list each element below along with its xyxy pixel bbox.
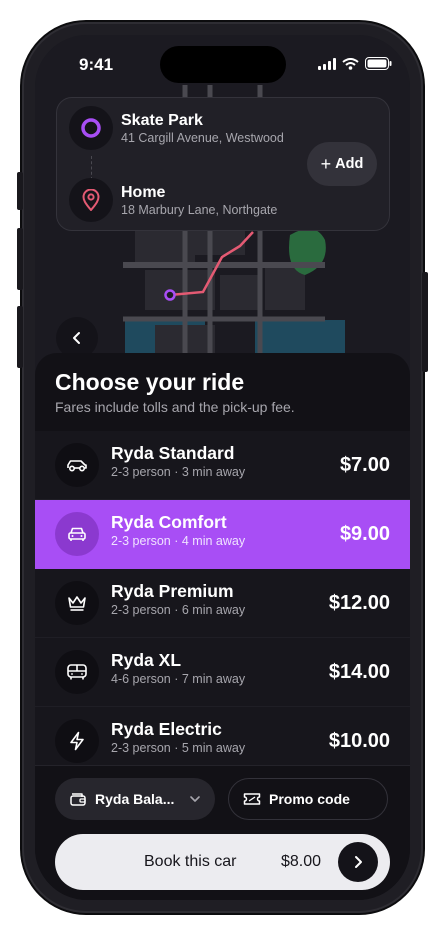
signal-icon bbox=[318, 57, 336, 70]
car-front-icon bbox=[68, 527, 86, 541]
dropoff-icon-wrap bbox=[69, 178, 113, 222]
add-stop-button[interactable]: + Add bbox=[307, 142, 377, 186]
dropoff-address: 18 Marbury Lane, Northgate bbox=[121, 202, 278, 217]
ride-option-electric[interactable]: Ryda Electric 2-3 person · 5 min away $1… bbox=[35, 707, 410, 765]
book-arrow[interactable] bbox=[338, 842, 378, 882]
ticket-icon bbox=[243, 793, 261, 805]
route-card: Skate Park 41 Cargill Avenue, Westwood H… bbox=[56, 97, 390, 231]
ride-icon-wrap bbox=[55, 443, 99, 487]
power-button bbox=[422, 272, 428, 372]
book-price: $8.00 bbox=[281, 853, 322, 870]
wallet-icon bbox=[70, 793, 86, 806]
bus-icon bbox=[67, 664, 87, 680]
pickup-location[interactable]: Skate Park 41 Cargill Avenue, Westwood bbox=[69, 106, 284, 150]
chevron-right-icon bbox=[355, 856, 362, 868]
ride-meta: 4-6 person · 7 min away bbox=[111, 672, 246, 686]
sheet-subtitle: Fares include tolls and the pick-up fee. bbox=[55, 399, 295, 415]
ride-name: Ryda Electric bbox=[111, 719, 222, 739]
ride-price: $12.00 bbox=[328, 591, 390, 614]
sheet-title: Choose your ride bbox=[55, 369, 245, 395]
mute-switch bbox=[17, 172, 23, 210]
pickup-icon-wrap bbox=[69, 106, 113, 150]
ride-price: $9.00 bbox=[339, 522, 390, 545]
ride-icon-wrap bbox=[55, 512, 99, 556]
wifi-icon bbox=[342, 57, 359, 70]
screen: 9:41 Skate Park 41 Cargill Avenue, Westw… bbox=[35, 35, 410, 900]
chevron-left-icon bbox=[73, 332, 80, 344]
dynamic-island bbox=[160, 46, 286, 83]
status-time: 9:41 bbox=[79, 55, 114, 74]
promo-code-label: Promo code bbox=[269, 791, 350, 807]
volume-up-button bbox=[17, 228, 23, 290]
ride-meta: 2-3 person · 5 min away bbox=[111, 741, 246, 755]
book-car-button[interactable]: Book this car $8.00 bbox=[55, 834, 390, 890]
dropoff-name: Home bbox=[121, 183, 166, 201]
chevron-down-icon bbox=[190, 796, 200, 802]
book-label: Book this car bbox=[144, 853, 237, 870]
ride-price: $10.00 bbox=[328, 729, 390, 752]
dropoff-location[interactable]: Home 18 Marbury Lane, Northgate bbox=[69, 178, 277, 222]
status-icons bbox=[318, 57, 392, 70]
sheet-footer: Ryda Bala... Promo code Book this car $8… bbox=[35, 765, 410, 900]
add-stop-label: Add bbox=[335, 156, 364, 172]
promo-code-button[interactable]: Promo code bbox=[228, 778, 388, 820]
ride-list[interactable]: Ryda Standard 2-3 person · 3 min away $7… bbox=[35, 431, 410, 765]
ride-meta: 2-3 person · 6 min away bbox=[111, 603, 246, 617]
ride-name: Ryda Comfort bbox=[111, 512, 227, 532]
ride-selection-sheet: Choose your ride Fares include tolls and… bbox=[35, 353, 410, 900]
plus-icon: + bbox=[320, 153, 332, 174]
ride-icon-wrap bbox=[55, 719, 99, 763]
ride-name: Ryda Premium bbox=[111, 581, 234, 601]
crown-icon bbox=[68, 596, 86, 611]
pickup-circle-icon bbox=[81, 118, 101, 138]
car-icon bbox=[67, 460, 87, 472]
route-connector bbox=[91, 156, 92, 180]
payment-method-select[interactable]: Ryda Bala... bbox=[55, 778, 215, 820]
ride-name: Ryda Standard bbox=[111, 443, 235, 463]
ride-price: $14.00 bbox=[328, 660, 390, 683]
ride-option-premium[interactable]: Ryda Premium 2-3 person · 6 min away $12… bbox=[35, 569, 410, 638]
ride-option-comfort[interactable]: Ryda Comfort 2-3 person · 4 min away $9.… bbox=[35, 500, 410, 569]
ride-meta: 2-3 person · 3 min away bbox=[111, 465, 246, 479]
ride-name: Ryda XL bbox=[111, 650, 182, 670]
ride-icon-wrap bbox=[55, 650, 99, 694]
pickup-marker bbox=[164, 289, 176, 301]
pickup-address: 41 Cargill Avenue, Westwood bbox=[121, 130, 284, 145]
ride-option-standard[interactable]: Ryda Standard 2-3 person · 3 min away $7… bbox=[35, 431, 410, 500]
payment-method-label: Ryda Bala... bbox=[95, 791, 175, 807]
map-pin-icon bbox=[82, 189, 100, 211]
ride-meta: 2-3 person · 4 min away bbox=[111, 534, 246, 548]
pickup-name: Skate Park bbox=[121, 111, 203, 129]
lightning-icon bbox=[70, 731, 84, 751]
battery-icon bbox=[365, 57, 392, 70]
ride-option-xl[interactable]: Ryda XL 4-6 person · 7 min away $14.00 bbox=[35, 638, 410, 707]
ride-price: $7.00 bbox=[339, 453, 390, 476]
volume-down-button bbox=[17, 306, 23, 368]
ride-icon-wrap bbox=[55, 581, 99, 625]
